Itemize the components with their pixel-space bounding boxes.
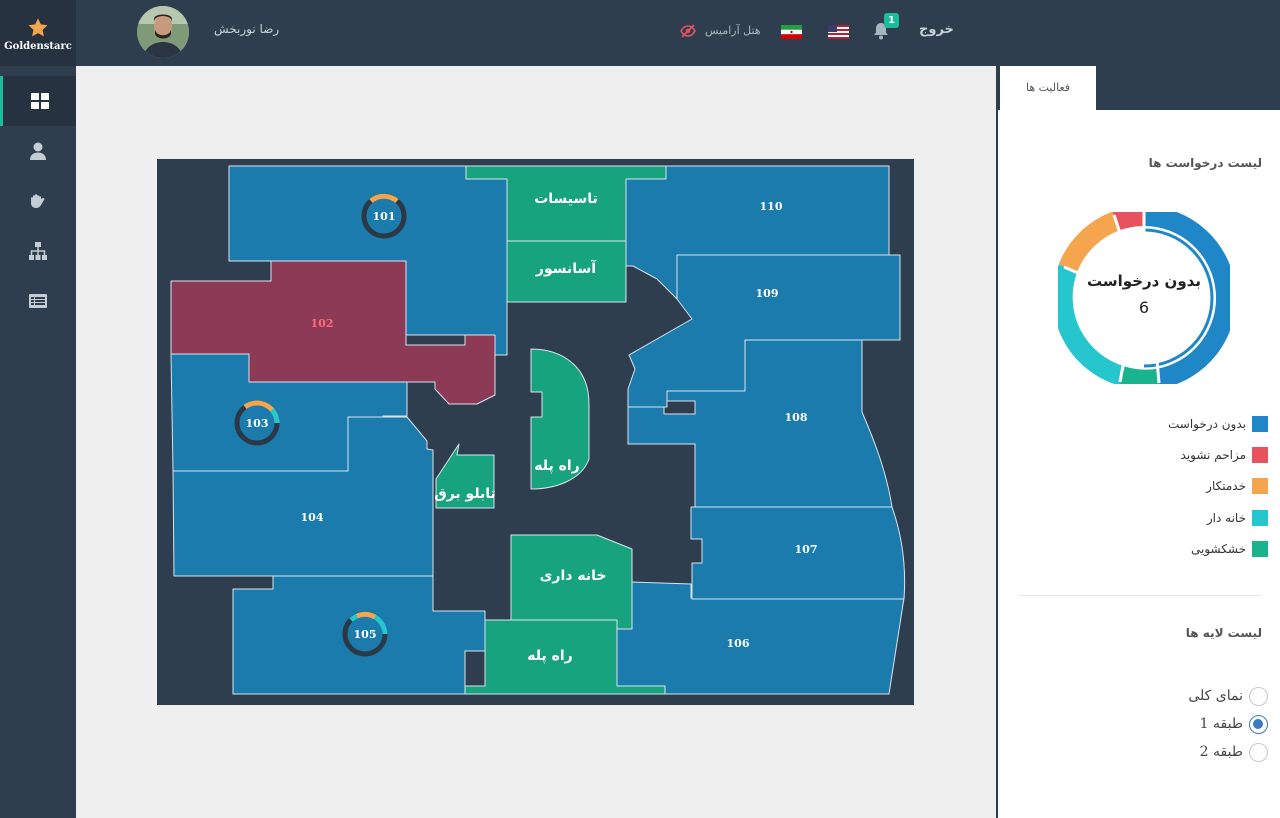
brand[interactable]: Goldenstarc <box>0 0 76 66</box>
legend-label: مزاحم نشوید <box>1180 448 1246 462</box>
room-label: 106 <box>727 637 750 650</box>
radio-button[interactable] <box>1249 714 1268 734</box>
room-label: 103 <box>246 417 269 430</box>
brand-name: Goldenstarc <box>4 41 72 52</box>
area-label: راه پله <box>527 648 572 664</box>
room-label: 109 <box>756 287 779 300</box>
radio-button[interactable] <box>1249 742 1268 762</box>
legend-label: خانه دار <box>1206 511 1246 525</box>
dashboard-icon <box>30 93 49 109</box>
requests-title: لیست درخواست ها <box>1148 156 1262 170</box>
user-icon <box>30 142 46 160</box>
eye-slash-icon[interactable] <box>680 24 696 38</box>
sidebar-item-dashboard[interactable] <box>0 76 76 126</box>
legend-label: خشکشویی <box>1191 542 1246 556</box>
notification-badge: 1 <box>884 13 899 28</box>
list-icon <box>29 294 47 308</box>
sitemap-icon <box>29 242 47 260</box>
divider <box>1020 595 1260 596</box>
legend-label: بدون درخواست <box>1168 417 1246 431</box>
legend-item[interactable]: خشکشویی <box>1191 540 1268 558</box>
legend-swatch <box>1252 447 1268 463</box>
sidebar-item-hand[interactable] <box>0 176 76 226</box>
layer-label: طبقه 1 <box>1199 716 1243 732</box>
area-label: راه پله <box>534 458 579 474</box>
legend-label: خدمتکار <box>1206 479 1246 493</box>
sidebar-item-user[interactable] <box>0 126 76 176</box>
legend-item[interactable]: مزاحم نشوید <box>1181 446 1268 464</box>
layers-title: لیست لایه ها <box>1185 626 1262 640</box>
layer-option-floor-2[interactable]: طبقه 2 <box>1200 741 1268 763</box>
hotel-name: هتل آرامیس <box>705 24 761 37</box>
legend-item[interactable]: خدمتکار <box>1206 477 1268 495</box>
room-label: 101 <box>373 210 396 223</box>
area-label: خانه داری <box>540 568 607 584</box>
room-label: 104 <box>301 511 324 524</box>
legend-item[interactable]: بدون درخواست <box>1168 415 1268 433</box>
room-label: 108 <box>785 411 808 424</box>
main-content: 101 102 103 104 105 106 107 108 109 110 … <box>76 66 996 818</box>
tab-strip: فعالیت ها <box>998 66 1280 110</box>
legend-swatch <box>1252 416 1268 432</box>
sidebar-item-list[interactable] <box>0 276 76 326</box>
floor-plan: 101 102 103 104 105 106 107 108 109 110 … <box>157 159 914 705</box>
legend-swatch <box>1252 478 1268 494</box>
area-label: آسانسور <box>535 259 597 277</box>
layer-label: نمای کلی <box>1188 688 1243 704</box>
sidebar <box>0 66 76 818</box>
room-label: 102 <box>311 317 334 330</box>
layer-option-floor-1[interactable]: طبقه 1 <box>1200 713 1268 735</box>
tab-activities[interactable]: فعالیت ها <box>1000 66 1096 110</box>
area-label: تاسیسات <box>534 191 598 207</box>
hand-icon <box>31 194 45 208</box>
room-label: 105 <box>354 628 377 641</box>
donut-center-label: بدون درخواست <box>1087 272 1201 290</box>
legend-swatch <box>1252 510 1268 526</box>
legend-swatch <box>1252 541 1268 557</box>
username: رضا نوربخش <box>214 22 280 36</box>
layer-option-overview[interactable]: نمای کلی <box>1188 685 1268 707</box>
activity-panel: فعالیت ها لیست درخواست ها بدون درخواست 6… <box>996 66 1280 818</box>
legend-item[interactable]: خانه دار <box>1207 509 1268 527</box>
area-label: تابلو برق <box>434 486 496 502</box>
donut-center-value: 6 <box>1138 298 1150 317</box>
star-icon <box>28 18 48 37</box>
avatar[interactable] <box>137 6 189 58</box>
layer-label: طبقه 2 <box>1199 744 1243 760</box>
room-label: 110 <box>760 200 783 213</box>
top-bar: Goldenstarc رضا نوربخش هتل آرامیس 1 خروج <box>0 0 1280 66</box>
sidebar-item-sitemap[interactable] <box>0 226 76 276</box>
us-flag-icon[interactable] <box>828 25 849 39</box>
logout-button[interactable]: خروج <box>919 22 954 37</box>
iran-flag-icon[interactable] <box>781 25 802 39</box>
room-label: 107 <box>795 543 818 556</box>
radio-button[interactable] <box>1249 686 1268 706</box>
